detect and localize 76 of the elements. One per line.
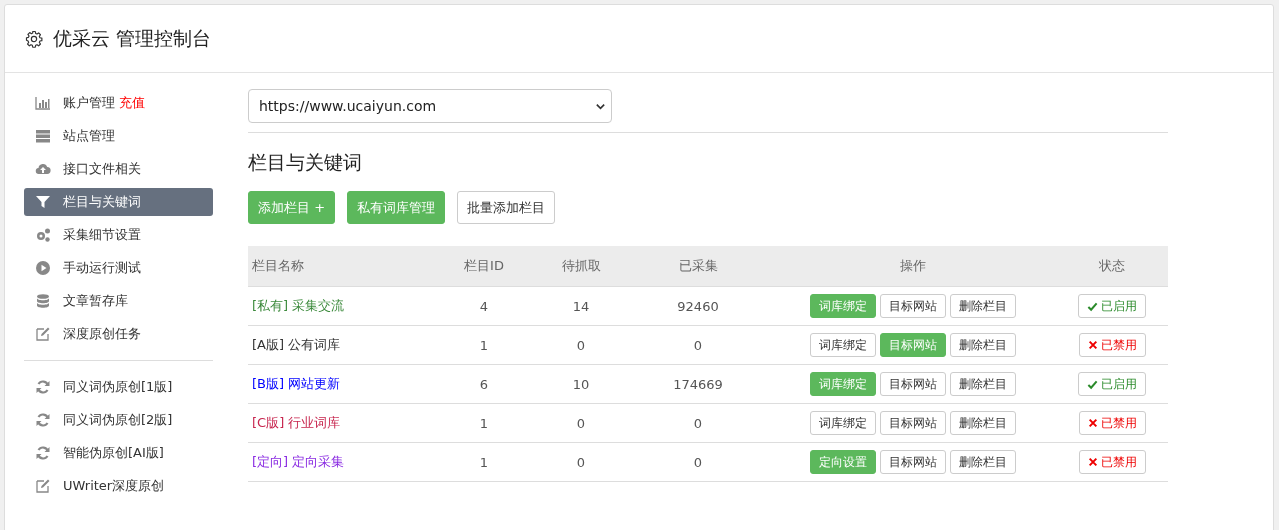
server-icon — [35, 128, 51, 144]
table-cell: 0 — [693, 415, 703, 431]
table-cell: 1 — [479, 415, 489, 431]
table-cell: 6 — [479, 376, 489, 392]
bar-chart-icon — [35, 95, 51, 111]
sidebar-item[interactable]: 深度原创任务 — [24, 320, 213, 348]
sidebar-item[interactable]: 接口文件相关 — [24, 155, 213, 183]
section-heading: 栏目与关键词 — [248, 150, 363, 175]
action-button[interactable]: 目标网站 — [879, 411, 946, 435]
status-button[interactable]: 已禁用 — [1078, 333, 1146, 357]
cross-icon — [1087, 418, 1098, 428]
sidebar-item[interactable]: 手动运行测试 — [24, 254, 213, 282]
column-header: 已采集 — [627, 246, 769, 287]
table-cell: 0 — [576, 337, 586, 353]
database-icon — [35, 293, 51, 309]
table-cell: 0 — [693, 337, 703, 353]
column-name: [B版] 网站更新 — [252, 376, 341, 391]
action-button[interactable]: 删除栏目 — [949, 333, 1016, 357]
status-button[interactable]: 已禁用 — [1078, 450, 1146, 474]
console-title: 优采云 管理控制台 — [53, 25, 212, 51]
action-button[interactable]: 词库绑定 — [809, 411, 876, 435]
sidebar-item[interactable]: 智能伪原创[AI版] — [24, 439, 213, 467]
action-button[interactable]: 删除栏目 — [949, 294, 1016, 318]
column-header: 栏目名称 — [248, 246, 433, 287]
refresh-icon — [35, 412, 51, 428]
column-name: [定向] 定向采集 — [252, 454, 345, 469]
refresh-icon — [35, 379, 51, 395]
sidebar-item[interactable]: UWriter深度原创 — [24, 472, 213, 500]
cross-icon — [1087, 457, 1098, 467]
table-cell: 0 — [576, 415, 586, 431]
action-button[interactable]: 目标网站 — [879, 450, 946, 474]
recharge-link[interactable]: 充值 — [119, 94, 145, 112]
action-button[interactable]: 删除栏目 — [949, 411, 1016, 435]
column-header: 栏目ID — [433, 246, 535, 287]
table-cell: 10 — [572, 376, 590, 392]
edit-icon — [35, 326, 51, 342]
table-cell: 0 — [576, 454, 586, 470]
action-button[interactable]: 词库绑定 — [809, 333, 876, 357]
check-icon — [1087, 378, 1098, 390]
table-cell: 0 — [693, 454, 703, 470]
action-button[interactable]: 目标网站 — [879, 372, 946, 396]
column-name: [C版] 行业词库 — [252, 415, 341, 430]
sidebar-item[interactable]: 采集细节设置 — [24, 221, 213, 249]
sidebar-item[interactable]: 站点管理 — [24, 122, 213, 150]
play-icon — [35, 260, 51, 276]
toolbar-button[interactable]: 批量添加栏目 — [457, 191, 556, 224]
column-header: 状态 — [1056, 246, 1168, 287]
cross-icon — [1087, 340, 1098, 350]
action-button[interactable]: 目标网站 — [879, 294, 946, 318]
column-name: [私有] 采集交流 — [252, 298, 345, 313]
filter-icon — [35, 194, 51, 210]
edit-icon — [35, 478, 51, 494]
table-cell: 92460 — [677, 298, 719, 314]
table-cell: 14 — [572, 298, 590, 314]
refresh-icon — [35, 445, 51, 461]
column-name: [A版] 公有词库 — [252, 337, 341, 352]
status-button[interactable]: 已启用 — [1078, 372, 1146, 396]
sidebar-item[interactable]: 同义词伪原创[2版] — [24, 406, 213, 434]
status-button[interactable]: 已启用 — [1078, 294, 1146, 318]
column-header: 操作 — [769, 246, 1056, 287]
sidebar-item[interactable]: 同义词伪原创[1版] — [24, 373, 213, 401]
site-select[interactable]: https://www.ucaiyun.com — [248, 89, 612, 123]
check-icon — [1087, 300, 1098, 312]
action-button[interactable]: 删除栏目 — [949, 372, 1016, 396]
sidebar-item[interactable]: 栏目与关键词 — [24, 188, 213, 216]
status-button[interactable]: 已禁用 — [1078, 411, 1146, 435]
table-cell: 1 — [479, 337, 489, 353]
sidebar-item[interactable]: 账户管理 充值 — [24, 89, 213, 117]
settings-icon — [25, 29, 43, 48]
table-cell: 1 — [479, 454, 489, 470]
table-cell: 4 — [479, 298, 489, 314]
column-header: 待抓取 — [535, 246, 627, 287]
sidebar-item[interactable]: 文章暂存库 — [24, 287, 213, 315]
cloud-upload-icon — [35, 161, 51, 177]
table-cell: 174669 — [673, 376, 723, 392]
action-button[interactable]: 删除栏目 — [949, 450, 1016, 474]
